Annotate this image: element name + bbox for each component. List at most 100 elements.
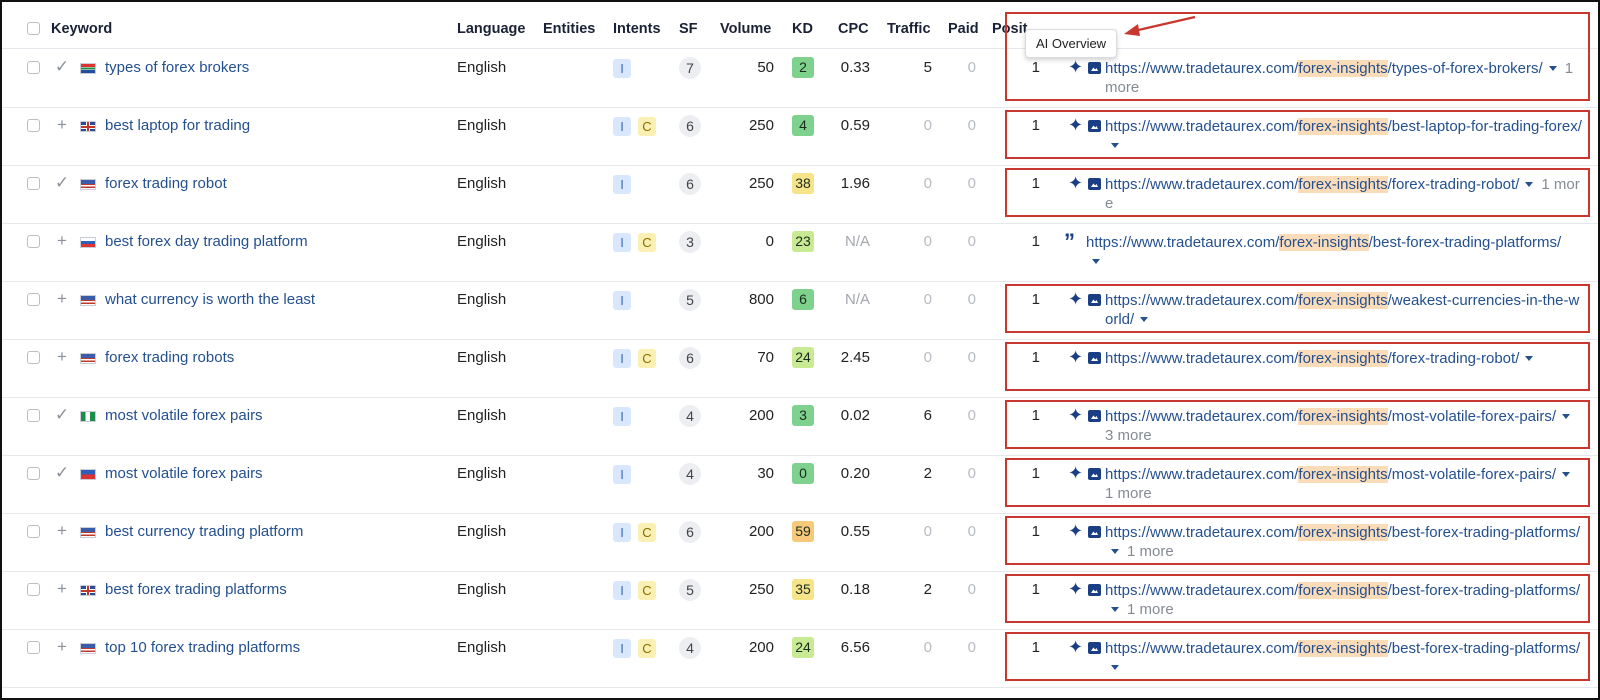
serp-features-count[interactable]: 5 [679, 289, 701, 311]
serp-features-count[interactable]: 5 [679, 579, 701, 601]
row-checkbox[interactable] [27, 467, 40, 480]
add-icon[interactable]: + [54, 290, 70, 307]
check-icon[interactable]: ✓ [54, 58, 70, 75]
column-kd[interactable]: KD [792, 21, 813, 37]
add-icon[interactable]: + [54, 232, 70, 249]
column-intents[interactable]: Intents [613, 21, 661, 37]
row-checkbox[interactable] [27, 61, 40, 74]
language-value: English [457, 639, 507, 656]
kd-badge: 3 [792, 405, 814, 426]
volume-value: 0 [765, 233, 774, 250]
add-icon[interactable]: + [54, 580, 70, 597]
highlight-box [1005, 516, 1590, 565]
annotation-arrow-icon [1124, 15, 1196, 36]
intent-badge: I [613, 407, 631, 426]
paid-value: 0 [967, 59, 976, 76]
serp-features-count[interactable]: 4 [679, 463, 701, 485]
keyword-link[interactable]: top 10 forex trading platforms [105, 639, 300, 656]
intent-badge: I [613, 465, 631, 484]
keyword-link[interactable]: forex trading robots [105, 349, 234, 366]
row-checkbox[interactable] [27, 641, 40, 654]
cpc-value: 0.55 [840, 523, 870, 540]
serp-features-count[interactable]: 6 [679, 115, 701, 137]
url-path[interactable]: best-forex-trading-platforms/ [1373, 234, 1561, 251]
add-icon[interactable]: + [54, 522, 70, 539]
column-sf[interactable]: SF [679, 21, 698, 37]
volume-value: 800 [748, 291, 774, 308]
select-all-checkbox[interactable] [27, 22, 40, 35]
keyword-link[interactable]: most volatile forex pairs [105, 407, 263, 424]
volume-value: 200 [748, 407, 774, 424]
add-icon[interactable]: + [54, 348, 70, 365]
row-checkbox[interactable] [27, 409, 40, 422]
column-paid[interactable]: Paid [948, 21, 979, 37]
column-traffic[interactable]: Traffic [887, 21, 931, 37]
intent-badge: I [613, 523, 631, 542]
add-icon[interactable]: + [54, 116, 70, 133]
row-checkbox[interactable] [27, 177, 40, 190]
traffic-value: 2 [923, 465, 932, 482]
serp-features-count[interactable]: 6 [679, 173, 701, 195]
intent-badge: I [613, 117, 631, 136]
ranking-url[interactable]: https://www.tradetaurex.com/forex-insigh… [1086, 233, 1583, 271]
serp-features-count[interactable]: 7 [679, 57, 701, 79]
featured-snippet-icon[interactable]: ” [1064, 231, 1075, 253]
kd-badge: 2 [792, 57, 814, 78]
paid-value: 0 [967, 291, 976, 308]
keyword-link[interactable]: best forex trading platforms [105, 581, 287, 598]
keyword-link[interactable]: types of forex brokers [105, 59, 249, 76]
check-icon[interactable]: ✓ [54, 464, 70, 481]
highlight-box [1005, 632, 1590, 681]
flag-us-icon [80, 527, 96, 538]
column-volume[interactable]: Volume [720, 21, 771, 37]
serp-features-count[interactable]: 3 [679, 231, 701, 253]
keyword-link[interactable]: what currency is worth the least [105, 291, 315, 308]
kd-badge: 35 [792, 579, 814, 600]
intent-badge: I [613, 233, 631, 252]
flag-ng-icon [80, 411, 96, 422]
row-checkbox[interactable] [27, 235, 40, 248]
intent-badge: C [638, 639, 656, 658]
kd-badge: 4 [792, 115, 814, 136]
highlight-box [1005, 458, 1590, 507]
keyword-link[interactable]: most volatile forex pairs [105, 465, 263, 482]
row-checkbox[interactable] [27, 583, 40, 596]
column-entities[interactable]: Entities [543, 21, 595, 37]
caret-down-icon[interactable] [1092, 259, 1100, 265]
url-highlight[interactable]: forex-insights [1279, 234, 1369, 251]
row-checkbox[interactable] [27, 293, 40, 306]
highlight-box [1005, 400, 1590, 449]
add-icon[interactable]: + [54, 638, 70, 655]
check-icon[interactable]: ✓ [54, 174, 70, 191]
column-language[interactable]: Language [457, 21, 525, 37]
flag-gb-icon [80, 121, 96, 132]
intent-badge: I [613, 59, 631, 78]
row-checkbox[interactable] [27, 525, 40, 538]
column-cpc[interactable]: CPC [838, 21, 869, 37]
cpc-value: 6.56 [840, 639, 870, 656]
row-checkbox[interactable] [27, 351, 40, 364]
serp-features-count[interactable]: 4 [679, 405, 701, 427]
keyword-link[interactable]: best forex day trading platform [105, 233, 308, 250]
kd-badge: 24 [792, 347, 814, 368]
url-prefix[interactable]: https://www.tradetaurex.com/ [1086, 234, 1279, 251]
cpc-value: 2.45 [840, 349, 870, 366]
paid-value: 0 [967, 117, 976, 134]
traffic-value: 0 [923, 117, 932, 134]
cpc-value: N/A [844, 233, 870, 250]
table-row[interactable]: + best forex day trading platform English I… [2, 223, 1598, 282]
column-keyword[interactable]: Keyword [51, 21, 112, 37]
serp-features-count[interactable]: 4 [679, 637, 701, 659]
intent-badge: C [638, 233, 656, 252]
keyword-link[interactable]: best currency trading platform [105, 523, 303, 540]
keyword-link[interactable]: best laptop for trading [105, 117, 250, 134]
keyword-link[interactable]: forex trading robot [105, 175, 227, 192]
flag-ru-icon [80, 237, 96, 248]
serp-features-count[interactable]: 6 [679, 347, 701, 369]
serp-features-count[interactable]: 6 [679, 521, 701, 543]
check-icon[interactable]: ✓ [54, 406, 70, 423]
row-checkbox[interactable] [27, 119, 40, 132]
traffic-value: 0 [923, 639, 932, 656]
ai-overview-tooltip: AI Overview [1025, 29, 1118, 58]
flag-us-icon [80, 353, 96, 364]
